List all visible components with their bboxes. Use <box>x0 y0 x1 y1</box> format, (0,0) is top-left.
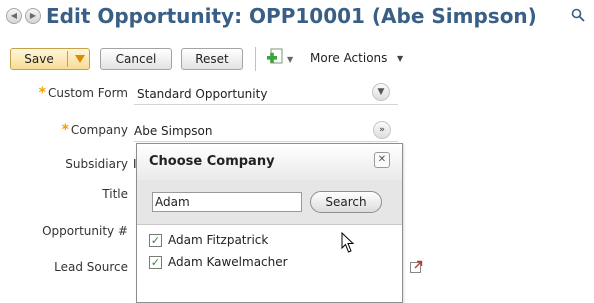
save-dropdown-icon[interactable] <box>75 55 85 63</box>
popup-header: Choose Company ✕ <box>137 144 402 181</box>
back-button[interactable]: ◀ <box>6 8 22 24</box>
list-item[interactable]: ✓ Adam Kawelmacher <box>149 253 288 271</box>
company-search-input[interactable] <box>152 192 302 212</box>
popup-title: Choose Company <box>149 154 275 169</box>
triangle-left-icon: ◀ <box>10 11 18 20</box>
magnifier-icon[interactable] <box>571 8 585 22</box>
open-popup-icon[interactable] <box>410 260 423 273</box>
custom-form-value[interactable]: Standard Opportunity <box>137 87 267 101</box>
company-underline <box>134 141 398 142</box>
opportunity-number-label: Opportunity # <box>42 224 128 238</box>
lead-source-label: Lead Source <box>54 260 128 274</box>
company-value[interactable]: Abe Simpson <box>134 124 212 138</box>
popup-search-bar: Search <box>137 180 402 253</box>
list-item[interactable]: ✓ Adam Fitzpatrick <box>149 231 268 249</box>
search-button[interactable]: Search <box>310 191 382 213</box>
reset-button[interactable]: Reset <box>181 48 243 70</box>
close-icon: ✕ <box>377 154 387 165</box>
result-label: Adam Fitzpatrick <box>168 233 269 247</box>
title-label: Title <box>102 187 128 201</box>
save-split-divider <box>67 51 68 67</box>
mouse-pointer-icon <box>341 232 355 253</box>
new-record-plus-icon[interactable] <box>266 48 284 68</box>
company-label: * Company <box>62 122 128 138</box>
cancel-button[interactable]: Cancel <box>100 48 172 70</box>
company-label-text: Company <box>70 123 128 137</box>
more-actions-menu[interactable]: More Actions <box>310 51 387 65</box>
new-dropdown-caret-icon[interactable]: ▼ <box>287 55 293 64</box>
chevron-down-icon: ▼ <box>377 87 385 97</box>
company-popup-button[interactable]: » <box>373 121 391 139</box>
custom-form-underline <box>134 104 398 105</box>
required-mark: * <box>61 122 69 138</box>
result-label: Adam Kawelmacher <box>168 255 288 269</box>
page-title: Edit Opportunity: OPP10001 (Abe Simpson) <box>46 4 537 28</box>
custom-form-label-text: Custom Form <box>47 86 128 100</box>
custom-form-label: * Custom Form <box>39 85 128 101</box>
checkbox-checked-icon[interactable]: ✓ <box>149 255 162 269</box>
required-mark: * <box>38 85 46 101</box>
custom-form-dropdown-button[interactable]: ▼ <box>372 83 390 101</box>
checkbox-checked-icon[interactable]: ✓ <box>149 233 162 247</box>
choose-company-popup: Choose Company ✕ Search ✓ Adam Fitzpatri… <box>136 143 403 303</box>
subsidiary-label: Subsidiary <box>65 157 128 171</box>
triangle-right-icon: ▶ <box>29 11 37 20</box>
toolbar-divider <box>255 47 256 71</box>
double-chevron-right-icon: » <box>379 125 385 135</box>
more-actions-caret-icon[interactable]: ▼ <box>397 54 403 63</box>
save-button-label: Save <box>24 52 54 66</box>
save-button[interactable]: Save <box>10 48 90 70</box>
close-button[interactable]: ✕ <box>374 152 390 168</box>
forward-button[interactable]: ▶ <box>25 8 41 24</box>
